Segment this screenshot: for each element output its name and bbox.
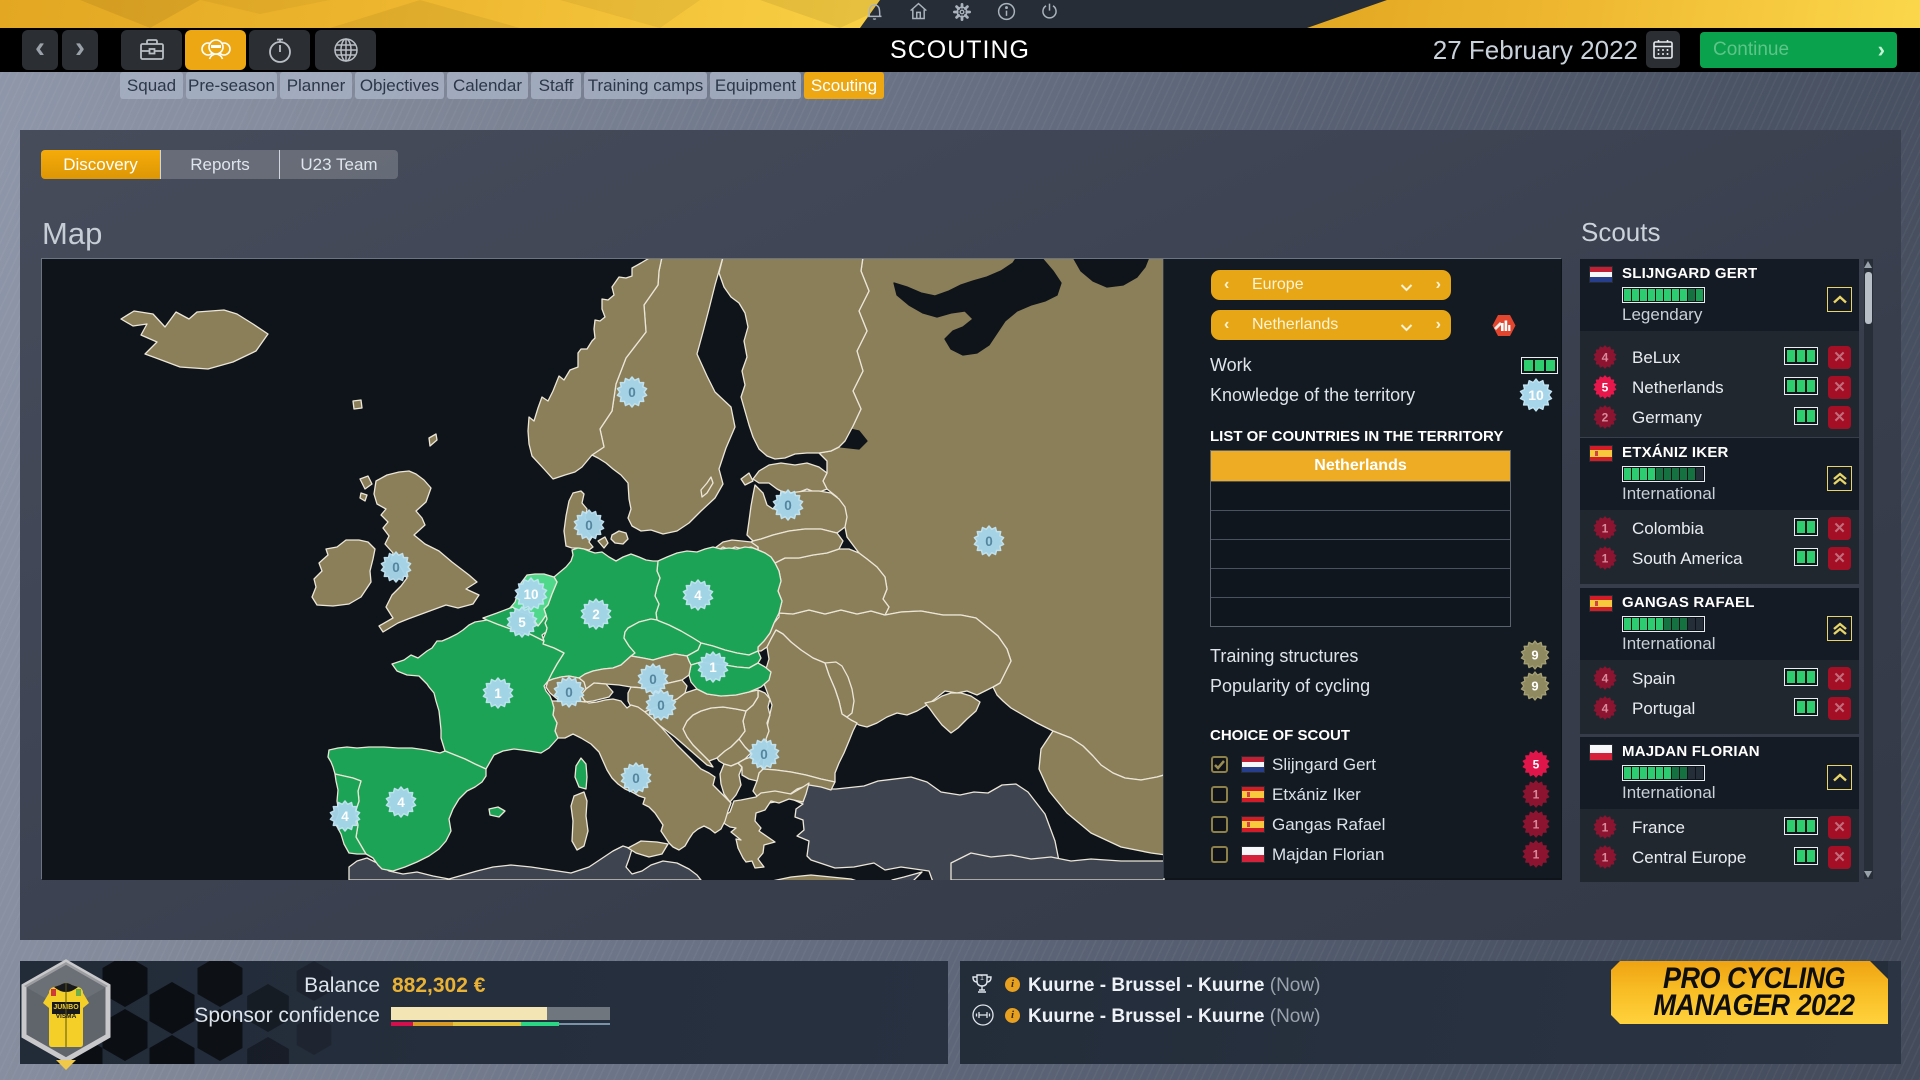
svg-text:1: 1 bbox=[709, 660, 717, 675]
svg-text:0: 0 bbox=[632, 771, 640, 786]
svg-text:0: 0 bbox=[628, 385, 636, 400]
svg-text:2: 2 bbox=[1602, 410, 1609, 424]
svg-text:0: 0 bbox=[649, 672, 657, 687]
svg-text:5: 5 bbox=[1533, 757, 1540, 771]
svg-text:4: 4 bbox=[1602, 350, 1609, 364]
svg-text:0: 0 bbox=[392, 560, 400, 575]
svg-text:9: 9 bbox=[1531, 648, 1538, 663]
svg-text:4: 4 bbox=[341, 809, 349, 824]
svg-text:1: 1 bbox=[1533, 817, 1540, 831]
svg-text:1: 1 bbox=[980, 975, 984, 982]
svg-text:1: 1 bbox=[1602, 521, 1609, 535]
svg-text:0: 0 bbox=[760, 747, 768, 762]
svg-text:10: 10 bbox=[523, 587, 538, 602]
svg-text:1: 1 bbox=[1533, 847, 1540, 861]
svg-text:2: 2 bbox=[592, 607, 600, 622]
svg-text:1: 1 bbox=[1533, 787, 1540, 801]
svg-text:4: 4 bbox=[694, 588, 702, 603]
svg-text:5: 5 bbox=[1602, 380, 1609, 394]
svg-text:1: 1 bbox=[1602, 551, 1609, 565]
svg-text:0: 0 bbox=[565, 685, 573, 700]
svg-text:5: 5 bbox=[518, 615, 526, 630]
svg-text:MANAGER 2022: MANAGER 2022 bbox=[1653, 988, 1855, 1021]
svg-text:0: 0 bbox=[985, 534, 993, 549]
svg-text:1: 1 bbox=[494, 686, 502, 701]
svg-text:4: 4 bbox=[397, 795, 405, 810]
svg-text:0: 0 bbox=[657, 698, 665, 713]
svg-text:10: 10 bbox=[1528, 387, 1544, 403]
svg-text:0: 0 bbox=[585, 518, 593, 533]
svg-text:0: 0 bbox=[784, 498, 792, 513]
svg-text:1: 1 bbox=[1602, 820, 1609, 834]
svg-text:4: 4 bbox=[1602, 671, 1609, 685]
svg-text:1: 1 bbox=[1602, 850, 1609, 864]
svg-text:4: 4 bbox=[1602, 701, 1609, 715]
svg-text:9: 9 bbox=[1531, 679, 1538, 694]
